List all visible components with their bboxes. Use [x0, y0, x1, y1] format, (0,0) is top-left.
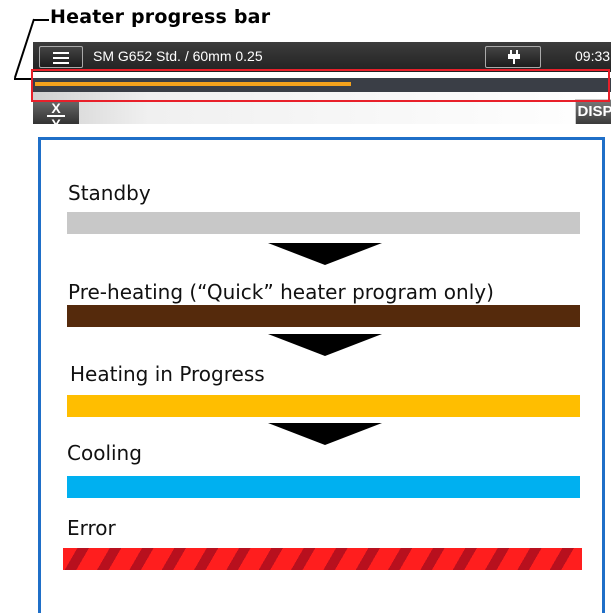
plug-icon: [508, 50, 520, 64]
power-button[interactable]: [485, 46, 541, 68]
legend-label-cooling: Cooling: [67, 441, 142, 465]
xy-button-y: Y: [51, 116, 61, 124]
down-arrow-icon: [268, 423, 382, 445]
callout-leader-line: [34, 19, 49, 21]
menu-button[interactable]: [39, 46, 83, 68]
hamburger-menu-icon: [53, 57, 69, 59]
legend-label-heating: Heating in Progress: [70, 362, 265, 386]
legend-label-error: Error: [67, 516, 116, 540]
program-title: SM G652 Std. / 60mm 0.25: [93, 48, 263, 64]
xy-button-x: X: [51, 100, 61, 116]
down-arrow-icon: [268, 243, 382, 265]
legend-swatch-preheating: [67, 305, 580, 327]
legend-swatch-heating: [67, 395, 580, 417]
clock: 09:33: [575, 48, 611, 64]
hamburger-menu-icon: [53, 62, 69, 64]
disp-button[interactable]: DISP: [575, 99, 611, 124]
legend-label-standby: Standby: [68, 181, 151, 205]
legend-swatch-standby: [67, 212, 580, 234]
callout-label: Heater progress bar: [50, 6, 271, 28]
legend-label-preheating: Pre-heating (“Quick” heater program only…: [68, 280, 494, 304]
status-bar: SM G652 Std. / 60mm 0.25 09:33: [33, 42, 611, 72]
progress-bar-highlight: [31, 69, 610, 102]
down-arrow-icon: [268, 334, 382, 356]
hamburger-menu-icon: [53, 52, 69, 54]
xy-view-button[interactable]: X Y: [33, 100, 79, 124]
legend-swatch-error: [63, 548, 582, 570]
legend-swatch-cooling: [67, 476, 580, 498]
